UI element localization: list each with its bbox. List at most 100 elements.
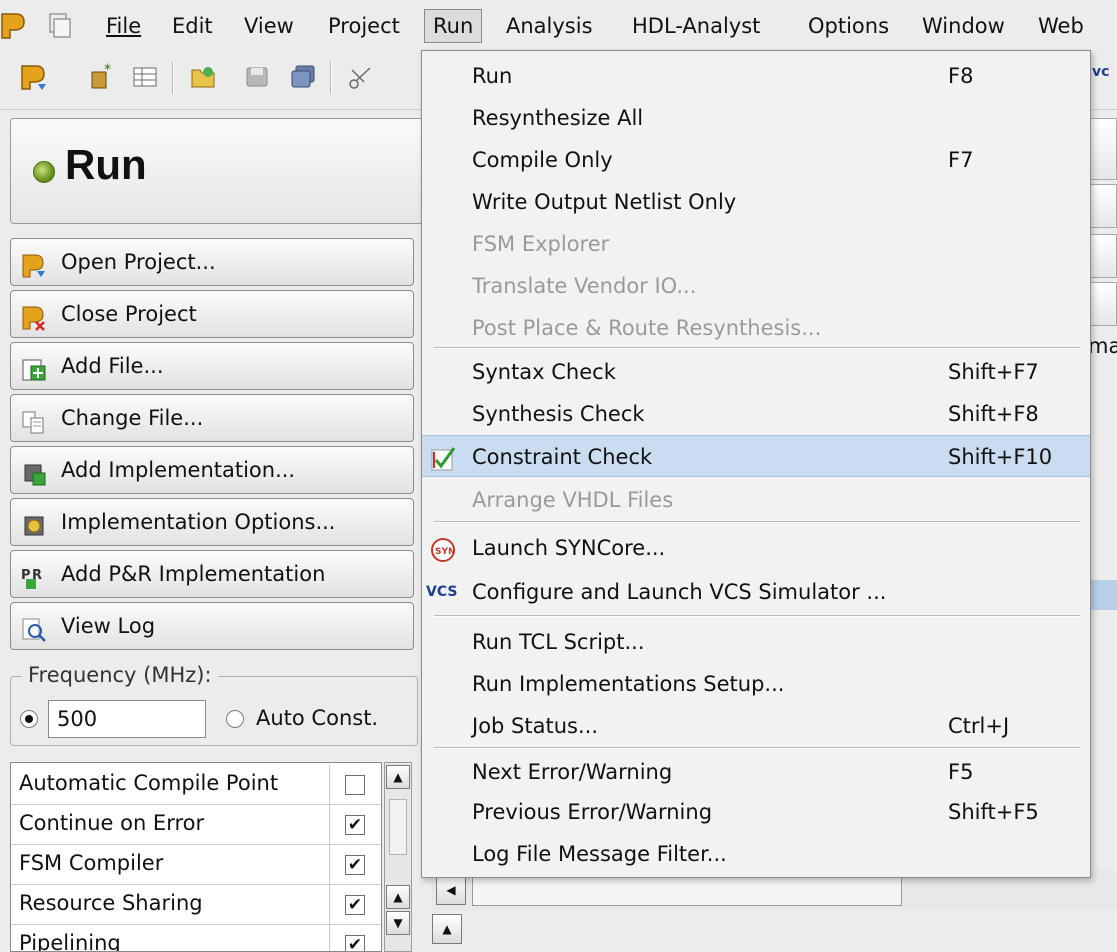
menu-web[interactable]: Web [1030,9,1092,43]
right-panel-field [1088,118,1117,180]
menu-hdl-analyst[interactable]: HDL-Analyst [624,9,768,43]
menu-options[interactable]: Options [800,9,897,43]
open-icon[interactable] [188,62,218,92]
menu-item-syntax-check[interactable]: Syntax Check Shift+F7 [422,351,1090,393]
menu-item-resynthesize-all[interactable]: Resynthesize All [422,97,1090,139]
right-panel-text: ma [1088,334,1117,358]
scroll-up-button[interactable]: ▲ [386,885,410,909]
menu-window[interactable]: Window [914,9,1013,43]
horizontal-scroll-thumb[interactable] [472,876,902,906]
automatic-compile-point-checkbox[interactable] [345,775,365,795]
svg-text:*: * [104,62,111,78]
menu-item-job-status[interactable]: Job Status... Ctrl+J [422,705,1090,747]
run-button-panel[interactable]: Run [10,118,424,224]
svg-text:SYN: SYN [435,547,456,557]
options-table: Automatic Compile Point Continue on Erro… [10,762,382,952]
table-row: FSM Compiler ✔ [11,845,381,885]
shortcut-label: F7 [948,148,974,172]
shortcut-label: Shift+F5 [948,800,1039,824]
table-row: Automatic Compile Point [11,765,381,805]
table-row: Continue on Error ✔ [11,805,381,845]
new-implementation-icon[interactable]: * [86,62,116,92]
option-label: Automatic Compile Point [19,771,279,795]
right-panel-field [1088,282,1117,326]
auto-constraint-radio[interactable] [226,710,244,728]
run-menu-dropdown: Run F8 Resynthesize All Compile Only F7 … [421,50,1091,878]
shortcut-label: Ctrl+J [948,714,1010,738]
table-row: Resource Sharing ✔ [11,885,381,925]
right-panel-field [1088,234,1117,278]
option-label: Pipelining [19,931,121,952]
save-all-icon[interactable] [288,62,318,92]
resource-sharing-checkbox[interactable]: ✔ [345,895,365,915]
app-logo-icon [0,10,26,40]
change-file-icon [21,405,47,434]
menu-edit[interactable]: Edit [164,9,221,43]
frequency-input[interactable]: 500 [48,700,206,738]
view-log-button[interactable]: View Log [10,602,414,650]
menu-view[interactable]: View [236,9,302,43]
options-scrollbar[interactable]: ▲ ▲ ▼ [384,762,412,952]
pipelining-checkbox[interactable]: ✔ [345,935,365,951]
menu-run[interactable]: Run [424,9,483,43]
implementation-options-button[interactable]: Implementation Options... [10,498,414,546]
add-implementation-button[interactable]: Add Implementation... [10,446,414,494]
add-file-button[interactable]: Add File... [10,342,414,390]
option-label: Continue on Error [19,811,205,835]
menu-item-previous-error-warning[interactable]: Previous Error/Warning Shift+F5 [422,791,1090,833]
continue-on-error-checkbox[interactable]: ✔ [345,815,365,835]
menu-item-configure-launch-vcs[interactable]: VCS Configure and Launch VCS Simulator .… [422,571,1090,613]
menu-item-synthesis-check[interactable]: Synthesis Check Shift+F8 [422,393,1090,435]
menu-project[interactable]: Project [320,9,408,43]
close-project-button[interactable]: Close Project [10,290,414,338]
scroll-thumb[interactable] [389,799,407,855]
frequency-radio[interactable] [20,710,38,728]
cut-icon[interactable] [346,62,376,92]
menu-item-run-implementations-setup[interactable]: Run Implementations Setup... [422,663,1090,705]
menu-separator [434,615,1080,617]
menu-separator [434,347,1080,349]
run-status-icon [33,161,55,183]
menu-item-write-output-netlist-only[interactable]: Write Output Netlist Only [422,181,1090,223]
menu-item-constraint-check[interactable]: Constraint Check Shift+F10 [422,435,1090,477]
shortcut-label: Shift+F10 [948,445,1053,469]
add-file-icon [21,353,47,381]
change-file-button[interactable]: Change File... [10,394,414,442]
option-label: FSM Compiler [19,851,164,875]
menu-item-compile-only[interactable]: Compile Only F7 [422,139,1090,181]
checkmark-icon [430,444,458,471]
toolbar-separator [330,62,332,94]
frequency-label: Frequency (MHz): [22,663,218,687]
open-project-icon[interactable] [18,62,48,92]
open-project-button[interactable]: Open Project... [10,238,414,286]
menu-item-next-error-warning[interactable]: Next Error/Warning F5 [422,751,1090,793]
shortcut-label: F5 [948,760,974,784]
scroll-down-button[interactable]: ▼ [386,911,410,935]
add-pnr-implementation-button[interactable]: PR Add P&R Implementation [10,550,414,598]
scroll-left-button[interactable]: ◀ [436,875,466,905]
menu-item-translate-vendor-io: Translate Vendor IO... [472,274,697,298]
scroll-up-button[interactable]: ▲ [386,765,410,789]
fsm-compiler-checkbox[interactable]: ✔ [345,855,365,875]
menu-item-log-file-message-filter[interactable]: Log File Message Filter... [422,833,1090,875]
view-log-icon [21,613,47,642]
menu-item-run-tcl-script[interactable]: Run TCL Script... [422,621,1090,663]
save-icon[interactable] [242,62,272,92]
window-stack-icon [46,10,72,40]
auto-constraint-label: Auto Const. [256,706,379,730]
run-title: Run [65,141,147,188]
menu-file[interactable]: File [98,9,149,43]
right-panel-field [1088,184,1117,228]
menu-analysis[interactable]: Analysis [498,9,601,43]
scroll-up-button[interactable]: ▲ [432,914,462,944]
vcs-toolbar-text[interactable]: vc [1092,64,1109,80]
shortcut-label: Shift+F8 [948,402,1039,426]
table-icon[interactable] [130,62,160,92]
close-project-icon [21,301,47,331]
menu-bar: File Edit View Project Run Analysis HDL-… [0,0,1117,50]
pnr-icon: PR [21,561,47,589]
menu-item-run[interactable]: Run F8 [422,55,1090,97]
add-implementation-icon [21,457,47,486]
menu-item-launch-syncore[interactable]: SYN Launch SYNCore... [422,527,1090,569]
menu-separator [434,747,1080,749]
